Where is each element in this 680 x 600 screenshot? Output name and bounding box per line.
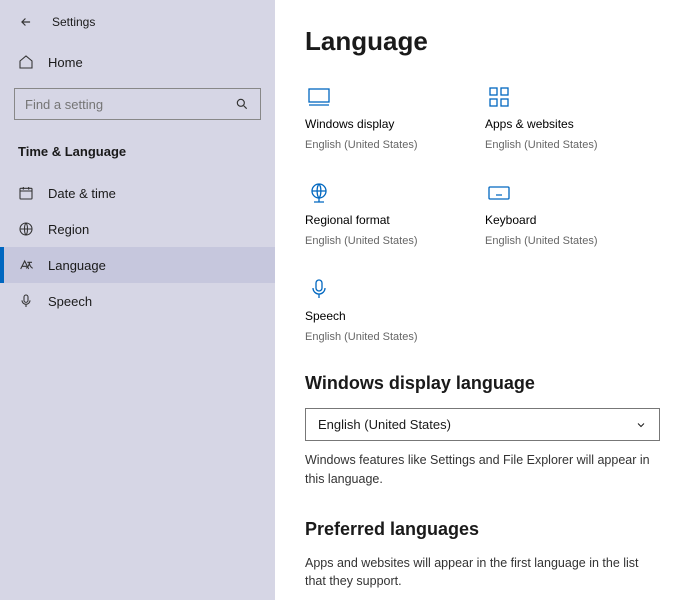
sidebar-item-label: Region	[48, 222, 89, 237]
display-language-desc: Windows features like Settings and File …	[305, 451, 660, 489]
page-title: Language	[305, 26, 660, 57]
tile-label: Keyboard	[485, 213, 605, 227]
sidebar-item-label: Date & time	[48, 186, 116, 201]
tile-regional-format[interactable]: Regional format English (United States)	[305, 181, 425, 247]
sidebar-item-label: Speech	[48, 294, 92, 309]
dropdown-value: English (United States)	[318, 417, 451, 432]
sidebar: Settings Home Time & Language Date & tim…	[0, 0, 275, 600]
sidebar-item-language[interactable]: Language	[0, 247, 275, 283]
sidebar-item-datetime[interactable]: Date & time	[0, 175, 275, 211]
tile-sub: English (United States)	[485, 235, 605, 247]
language-icon	[18, 257, 34, 273]
main-content: Language Windows display English (United…	[275, 0, 680, 600]
monitor-icon	[305, 85, 425, 109]
tile-label: Windows display	[305, 117, 425, 131]
calendar-icon	[18, 185, 34, 201]
sidebar-category: Time & Language	[0, 128, 275, 169]
apps-icon	[485, 85, 605, 109]
preferred-languages-desc: Apps and websites will appear in the fir…	[305, 554, 660, 592]
tile-sub: English (United States)	[305, 139, 425, 151]
chevron-down-icon	[635, 419, 647, 431]
window-title: Settings	[52, 15, 95, 29]
tile-apps-websites[interactable]: Apps & websites English (United States)	[485, 85, 605, 151]
display-language-heading: Windows display language	[305, 373, 660, 394]
search-box[interactable]	[14, 88, 261, 120]
tile-windows-display[interactable]: Windows display English (United States)	[305, 85, 425, 151]
globe-icon	[18, 221, 34, 237]
tile-sub: English (United States)	[305, 235, 425, 247]
sidebar-item-region[interactable]: Region	[0, 211, 275, 247]
microphone-icon	[305, 277, 425, 301]
keyboard-icon	[485, 181, 605, 205]
sidebar-home[interactable]: Home	[0, 44, 275, 80]
language-tiles: Windows display English (United States) …	[305, 85, 660, 343]
tile-sub: English (United States)	[485, 139, 605, 151]
tile-keyboard[interactable]: Keyboard English (United States)	[485, 181, 605, 247]
search-icon	[234, 96, 250, 112]
sidebar-top: Settings	[0, 8, 275, 44]
home-label: Home	[48, 55, 83, 70]
home-icon	[18, 54, 34, 70]
tile-label: Speech	[305, 309, 425, 323]
microphone-icon	[18, 293, 34, 309]
tile-label: Apps & websites	[485, 117, 605, 131]
sidebar-item-speech[interactable]: Speech	[0, 283, 275, 319]
back-icon[interactable]	[18, 14, 34, 30]
display-language-dropdown[interactable]: English (United States)	[305, 408, 660, 441]
tile-sub: English (United States)	[305, 331, 425, 343]
tile-label: Regional format	[305, 213, 425, 227]
sidebar-nav: Date & time Region Language Speech	[0, 175, 275, 319]
sidebar-item-label: Language	[48, 258, 106, 273]
search-input[interactable]	[25, 97, 225, 112]
globe-icon	[305, 181, 425, 205]
preferred-languages-heading: Preferred languages	[305, 519, 660, 540]
tile-speech[interactable]: Speech English (United States)	[305, 277, 425, 343]
